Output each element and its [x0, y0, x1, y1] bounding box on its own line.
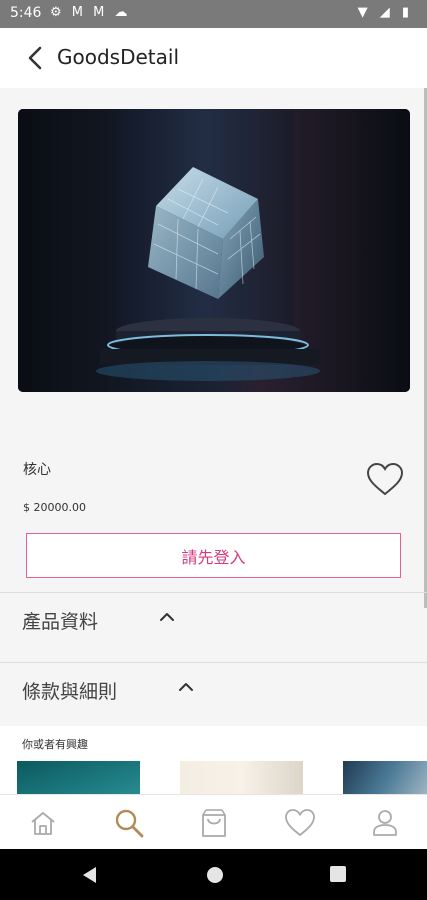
recommendation-card[interactable] — [17, 761, 140, 794]
search-icon — [115, 809, 144, 838]
app-bar: GoodsDetail — [0, 28, 427, 88]
nav-home[interactable] — [25, 805, 61, 841]
favorite-button[interactable] — [365, 461, 405, 499]
status-left-icons: ⚙ M M ☁ — [50, 5, 131, 20]
nav-favorites[interactable] — [282, 805, 318, 841]
status-bar: 5:46 ⚙ M M ☁ ▼ ◢ ▮ — [0, 0, 427, 28]
nav-profile[interactable] — [367, 805, 403, 841]
chevron-up-icon — [179, 683, 193, 691]
status-time: 5:46 — [10, 5, 42, 21]
status-right-icons: ▼ ◢ ▮ — [358, 5, 413, 20]
bag-icon — [202, 809, 226, 837]
product-image-art — [18, 109, 410, 392]
back-arrow-icon — [28, 46, 42, 70]
product-image — [18, 109, 410, 392]
battery-icon: ▮ — [401, 5, 413, 20]
wifi-icon: ▼ — [357, 5, 372, 20]
section-terms[interactable]: 條款與細則 — [0, 662, 427, 733]
nav-bag[interactable] — [196, 805, 232, 841]
recommendations-title: 你或者有興趣 — [22, 738, 88, 751]
gmail-icon: M — [71, 5, 87, 20]
heart-icon — [366, 462, 404, 496]
product-name: 核心 — [23, 462, 51, 478]
gmail-icon: M — [93, 5, 108, 20]
signal-icon: ◢ — [379, 5, 394, 20]
cloud-icon: ☁ — [114, 5, 131, 20]
page-title: GoodsDetail — [57, 45, 180, 69]
gear-icon: ⚙ — [50, 5, 65, 20]
login-first-label: 請先登入 — [181, 547, 246, 567]
recommendations: 你或者有興趣 — [0, 726, 427, 794]
section-product-info-label: 產品資料 — [22, 611, 99, 633]
back-button[interactable] — [22, 40, 52, 76]
goods-detail-content[interactable]: 核心 $ 20000.00 請先登入 產品資料 條款與細則 你或者有興趣 — [0, 88, 427, 794]
recommendation-card[interactable] — [180, 761, 303, 794]
nav-search[interactable] — [111, 805, 147, 841]
heart-icon — [285, 809, 315, 837]
system-recents-icon[interactable] — [329, 865, 347, 883]
system-nav-bar — [0, 849, 427, 900]
home-icon — [31, 812, 55, 835]
system-back-icon[interactable] — [80, 865, 100, 885]
section-product-info[interactable]: 產品資料 — [0, 592, 427, 663]
chevron-up-icon — [160, 613, 174, 621]
recommendation-card[interactable] — [343, 761, 427, 794]
system-home-icon[interactable] — [205, 865, 225, 885]
bottom-nav — [0, 794, 427, 850]
product-price: $ 20000.00 — [23, 501, 86, 514]
section-terms-label: 條款與細則 — [22, 681, 118, 703]
login-first-button[interactable]: 請先登入 — [26, 533, 401, 578]
person-icon — [373, 810, 397, 836]
